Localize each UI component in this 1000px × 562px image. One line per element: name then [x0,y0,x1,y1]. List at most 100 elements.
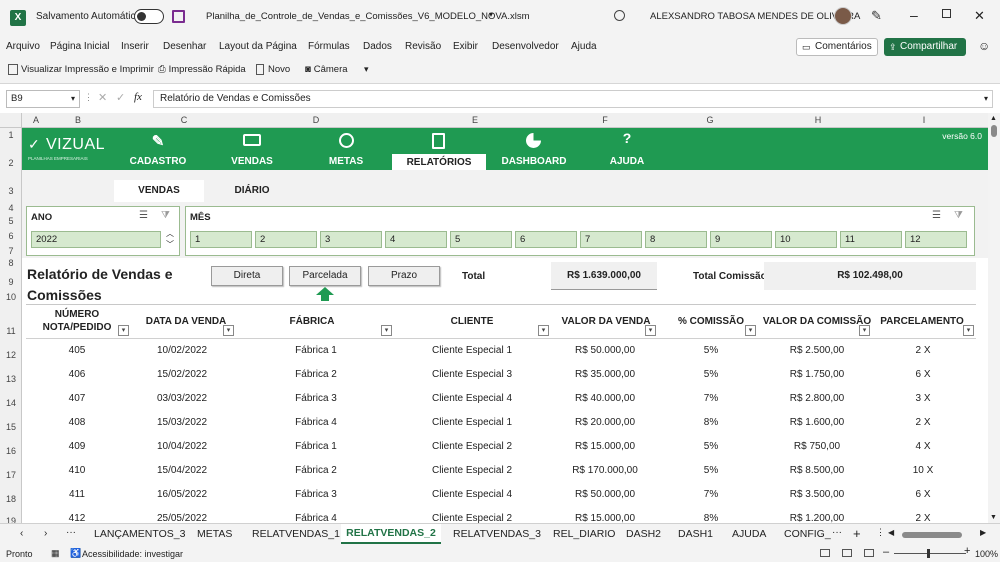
file-name[interactable]: Planilha_de_Controle_de_Vendas_e_Comissõ… [206,11,530,22]
month-chip[interactable]: 10 [775,231,837,248]
row-header[interactable]: 2 [0,158,22,168]
subtab-diario[interactable]: DIÁRIO [212,180,292,202]
month-chip[interactable]: 5 [450,231,512,248]
nav-ajuda[interactable]: ? AJUDA [587,128,667,170]
row-header[interactable]: 16 [0,446,22,456]
menu-formulas[interactable]: Fórmulas [308,41,350,52]
logo[interactable]: ✓ VIZUAL PLANILHAS EMPRESARIAIS [28,134,108,164]
filter-dropdown-icon[interactable]: ▾ [645,325,656,336]
autosave-toggle[interactable] [134,9,164,24]
menu-inserir[interactable]: Inserir [121,41,149,52]
menu-desenhar[interactable]: Desenhar [163,41,206,52]
accessibility-icon[interactable]: ♿ [70,548,81,559]
tab-config[interactable]: CONFIG_ [784,528,831,540]
month-chip[interactable]: 1 [190,231,252,248]
month-chip[interactable]: 4 [385,231,447,248]
maximize-icon[interactable] [942,9,951,18]
tab-metas[interactable]: METAS [197,528,232,540]
pen-icon[interactable]: ✎ [871,8,882,24]
avatar[interactable] [834,7,852,25]
col-header-f[interactable]: F [580,115,630,125]
tab-dash1[interactable]: DASH1 [678,528,713,540]
nav-dashboard[interactable]: DASHBOARD [494,128,574,170]
camera-button[interactable]: ◙ Câmera [305,64,348,75]
add-sheet-icon[interactable]: + [853,526,861,541]
multiselect-icon[interactable]: ☰ [932,210,941,221]
row-header[interactable]: 3 [0,186,22,196]
function-icon[interactable]: fx [134,91,142,103]
tab-more-icon[interactable]: ··· [832,527,842,538]
filter-dropdown-icon[interactable]: ▾ [745,325,756,336]
zoom-level[interactable]: 100% [975,549,998,559]
zoom-slider[interactable] [894,549,966,558]
row-header[interactable]: 9 [0,277,22,287]
nav-relatorios[interactable]: RELATÓRIOS [392,154,486,170]
filter-dropdown-icon[interactable]: ▾ [859,325,870,336]
scroll-down-icon[interactable]: ﹀ [166,239,174,250]
select-all-corner[interactable] [0,113,22,128]
tab-relatvendas-1[interactable]: RELATVENDAS_1 [252,528,340,540]
col-header-h[interactable]: H [790,115,846,125]
clear-filter-icon[interactable]: ⧩ [954,210,963,221]
zoom-in-icon[interactable]: + [964,545,970,557]
month-chip[interactable]: 11 [840,231,902,248]
table-row[interactable]: 407 03/03/2022 Fábrica 3 Cliente Especia… [22,386,988,410]
row-header[interactable]: 6 [0,231,22,241]
new-button[interactable]: Novo [256,64,290,75]
parcelada-button[interactable]: Parcelada [289,266,361,286]
scroll-down-arrow-icon[interactable]: ▼ [990,514,997,521]
row-header[interactable]: 13 [0,374,22,384]
scroll-thumb[interactable] [991,125,997,137]
row-header[interactable]: 8 [0,258,22,268]
row-header[interactable]: 5 [0,216,22,226]
zoom-out-icon[interactable]: – [883,546,889,558]
tab-more-icon[interactable]: ··· [66,527,76,538]
normal-view-icon[interactable] [820,549,830,557]
tab-relatvendas-2[interactable]: RELATVENDAS_2 [341,524,441,544]
row-header[interactable]: 7 [0,246,22,256]
row-header[interactable]: 15 [0,422,22,432]
month-chip[interactable]: 8 [645,231,707,248]
menu-desenvolvedor[interactable]: Desenvolvedor [492,41,559,52]
more-icon[interactable]: ⋮ [84,92,93,103]
print-preview-button[interactable]: Visualizar Impressão e Imprimir [8,64,154,75]
menu-dados[interactable]: Dados [363,41,392,52]
ano-chip[interactable]: 2022 [31,231,161,248]
month-chip[interactable]: 7 [580,231,642,248]
scroll-up-arrow-icon[interactable]: ▲ [990,115,997,122]
row-header[interactable]: 12 [0,350,22,360]
row-header[interactable]: 18 [0,494,22,504]
table-row[interactable]: 408 15/03/2022 Fábrica 4 Cliente Especia… [22,410,988,434]
minimize-icon[interactable]: – [910,7,918,23]
tab-dash2[interactable]: DASH2 [626,528,661,540]
tab-lancamentos-3[interactable]: LANÇAMENTOS_3 [94,528,185,540]
nav-cadastro[interactable]: ✎ CADASTRO [118,128,198,170]
row-header[interactable]: 14 [0,398,22,408]
table-row[interactable]: 410 15/04/2022 Fábrica 2 Cliente Especia… [22,458,988,482]
menu-pagina-inicial[interactable]: Página Inicial [50,41,109,52]
zoom-slider-thumb[interactable] [927,549,930,558]
menu-exibir[interactable]: Exibir [453,41,478,52]
row-header[interactable]: 17 [0,470,22,480]
col-header-d[interactable]: D [262,115,370,125]
scroll-up-icon[interactable]: ︿ [166,228,174,239]
enter-icon[interactable]: ✓ [116,91,125,104]
subtab-vendas[interactable]: VENDAS [114,180,204,202]
nav-metas[interactable]: METAS [306,128,386,170]
row-header[interactable]: 11 [0,326,22,336]
tab-relatvendas-3[interactable]: RELATVENDAS_3 [453,528,541,540]
filter-dropdown-icon[interactable]: ▾ [118,325,129,336]
direta-button[interactable]: Direta [211,266,283,286]
row-header[interactable]: 4 [0,203,22,213]
menu-arquivo[interactable]: Arquivo [6,41,40,52]
row-header[interactable]: 10 [0,292,22,302]
col-header-i[interactable]: I [846,115,1000,125]
filter-dropdown-icon[interactable]: ▾ [538,325,549,336]
filter-dropdown-icon[interactable]: ▾ [381,325,392,336]
filter-dropdown-icon[interactable]: ▾ [963,325,974,336]
accessibility-status[interactable]: Acessibilidade: investigar [82,549,183,559]
hscroll-left-icon[interactable]: ◀ [888,528,894,537]
tab-ajuda[interactable]: AJUDA [732,528,766,540]
page-break-view-icon[interactable] [864,549,874,557]
month-chip[interactable]: 2 [255,231,317,248]
